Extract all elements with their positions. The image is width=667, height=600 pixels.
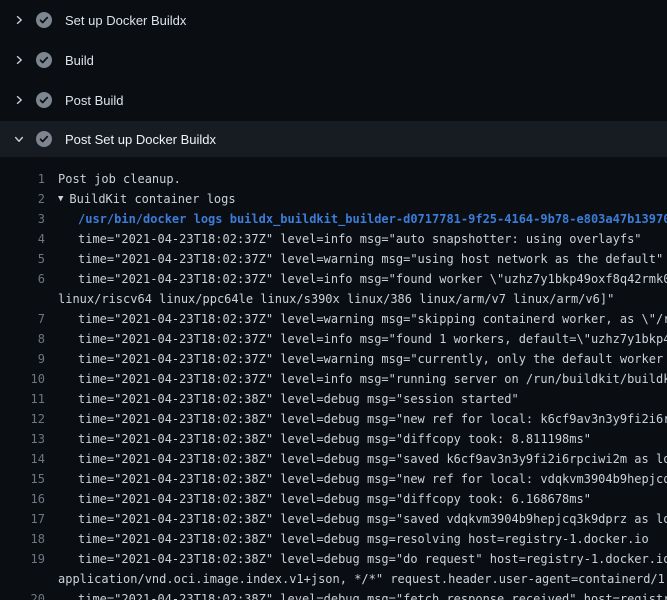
chevron-right-icon[interactable] [13,14,25,26]
log-line-number[interactable]: 19 [0,552,45,566]
log-line-number[interactable]: 8 [0,332,45,346]
log-line-number[interactable]: 13 [0,432,45,446]
log-line-text: time="2021-04-23T18:02:38Z" level=debug … [45,512,667,526]
log-line-text: time="2021-04-23T18:02:38Z" level=debug … [45,392,519,406]
log-line-number[interactable]: 17 [0,512,45,526]
log-line: 15 time="2021-04-23T18:02:38Z" level=deb… [0,469,667,489]
log-line-number[interactable]: 11 [0,392,45,406]
log-line: 14 time="2021-04-23T18:02:38Z" level=deb… [0,449,667,469]
log-line-number[interactable]: 9 [0,352,45,366]
log-line-number[interactable]: 14 [0,452,45,466]
log-line-number[interactable]: 7 [0,312,45,326]
log-line: 6 time="2021-04-23T18:02:37Z" level=info… [0,269,667,289]
log-line-number[interactable]: 20 [0,592,45,600]
log-line: 18 time="2021-04-23T18:02:38Z" level=deb… [0,529,667,549]
log-line-number[interactable]: 6 [0,272,45,286]
log-line-text: time="2021-04-23T18:02:37Z" level=warnin… [45,312,667,326]
log-line: 17 time="2021-04-23T18:02:38Z" level=deb… [0,509,667,529]
log-line: 16 time="2021-04-23T18:02:38Z" level=deb… [0,489,667,509]
log-line: 13 time="2021-04-23T18:02:38Z" level=deb… [0,429,667,449]
step-row-post-setup-docker-buildx[interactable]: Post Set up Docker Buildx [0,121,667,157]
check-circle-icon [36,92,52,108]
log-line-text: time="2021-04-23T18:02:37Z" level=info m… [45,272,667,286]
step-label: Build [65,53,94,68]
step-row-setup-docker-buildx[interactable]: Set up Docker Buildx [0,0,667,40]
log-line-number[interactable]: 15 [0,472,45,486]
step-label: Post Build [65,93,124,108]
log-line-number[interactable]: 5 [0,252,45,266]
log-line-text: Post job cleanup. [45,172,181,186]
log-line-text: time="2021-04-23T18:02:38Z" level=debug … [45,552,667,566]
log-line-number[interactable]: 10 [0,372,45,386]
log-line: 20 time="2021-04-23T18:02:38Z" level=deb… [0,589,667,600]
chevron-down-icon[interactable] [13,133,25,145]
log-line-text: time="2021-04-23T18:02:37Z" level=info m… [45,232,642,246]
log-line-number[interactable]: 18 [0,532,45,546]
log-line: 4 time="2021-04-23T18:02:37Z" level=info… [0,229,667,249]
log-line: linux/riscv64 linux/ppc64le linux/s390x … [0,289,667,309]
log-line-number[interactable]: 1 [0,172,45,186]
log-line-text: time="2021-04-23T18:02:38Z" level=debug … [45,472,667,486]
log-line: 1 Post job cleanup. [0,169,667,189]
step-row-build[interactable]: Build [0,40,667,80]
check-circle-icon [36,131,52,147]
log-line: 19 time="2021-04-23T18:02:38Z" level=deb… [0,549,667,569]
log-line-number[interactable]: 16 [0,492,45,506]
log-line: 12 time="2021-04-23T18:02:38Z" level=deb… [0,409,667,429]
log-line-text: time="2021-04-23T18:02:37Z" level=warnin… [45,352,667,366]
log-line: 11 time="2021-04-23T18:02:38Z" level=deb… [0,389,667,409]
log-line: 3 /usr/bin/docker logs buildx_buildkit_b… [0,209,667,229]
check-circle-icon [36,12,52,28]
log-line-text: application/vnd.oci.image.index.v1+json,… [45,572,667,586]
log-line-number[interactable]: 4 [0,232,45,246]
log-line-text: time="2021-04-23T18:02:37Z" level=info m… [45,372,667,386]
log-line-text: time="2021-04-23T18:02:37Z" level=warnin… [45,252,663,266]
step-label: Post Set up Docker Buildx [65,132,216,147]
log-line: 10 time="2021-04-23T18:02:37Z" level=inf… [0,369,667,389]
log-line-text: time="2021-04-23T18:02:38Z" level=debug … [45,432,591,446]
log-line-text: time="2021-04-23T18:02:38Z" level=debug … [45,452,667,466]
log-line: 2 ▼ BuildKit container logs [0,189,667,209]
log-line-text: time="2021-04-23T18:02:37Z" level=info m… [45,332,667,346]
log-line-text: linux/riscv64 linux/ppc64le linux/s390x … [45,292,614,306]
group-open-triangle-icon[interactable]: ▼ [45,194,63,204]
step-label: Set up Docker Buildx [65,13,186,28]
log-line-text: time="2021-04-23T18:02:38Z" level=debug … [45,532,649,546]
log-line-number[interactable]: 3 [0,212,45,226]
log-line: 8 time="2021-04-23T18:02:37Z" level=info… [0,329,667,349]
log-line-text: time="2021-04-23T18:02:38Z" level=debug … [45,492,591,506]
log-line-text: time="2021-04-23T18:02:38Z" level=debug … [45,412,667,426]
log-line-text: BuildKit container logs [63,192,235,206]
log-line-text: time="2021-04-23T18:02:38Z" level=debug … [45,592,667,600]
log-line-number[interactable]: 12 [0,412,45,426]
log-line-text: /usr/bin/docker logs buildx_buildkit_bui… [45,212,667,226]
log-line: 9 time="2021-04-23T18:02:37Z" level=warn… [0,349,667,369]
log-line-number[interactable]: 2 [0,192,45,206]
check-circle-icon [36,52,52,68]
workflow-log-panel: Set up Docker Buildx Build Post Build Po… [0,0,667,600]
log-line: 5 time="2021-04-23T18:02:37Z" level=warn… [0,249,667,269]
log-line: application/vnd.oci.image.index.v1+json,… [0,569,667,589]
log-lines: 1 Post job cleanup. 2 ▼ BuildKit contain… [0,157,667,600]
chevron-right-icon[interactable] [13,94,25,106]
chevron-right-icon[interactable] [13,54,25,66]
step-row-post-build[interactable]: Post Build [0,80,667,120]
log-line: 7 time="2021-04-23T18:02:37Z" level=warn… [0,309,667,329]
